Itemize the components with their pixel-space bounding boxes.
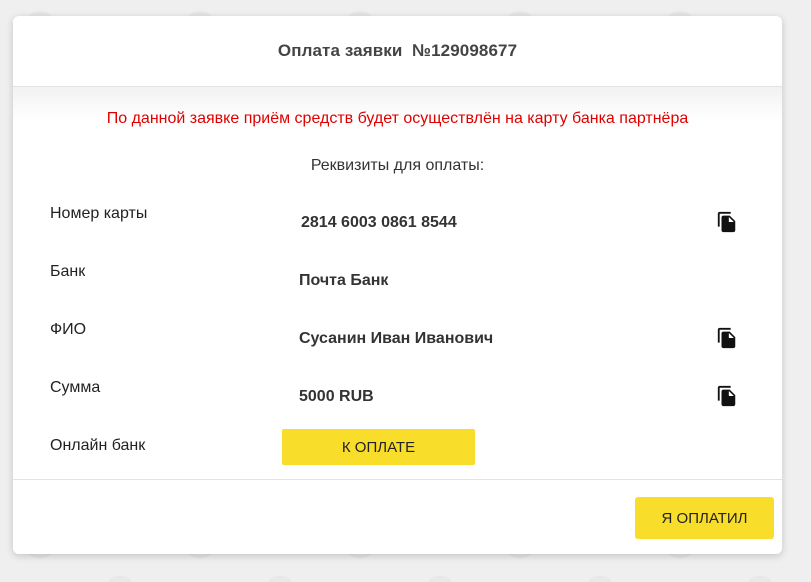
card-number-label: Номер карты: [50, 205, 148, 222]
go-to-payment-button[interactable]: К ОПЛАТЕ: [282, 429, 475, 465]
online-bank-label: Онлайн банк: [50, 437, 146, 454]
copy-icon[interactable]: [716, 211, 738, 233]
amount-value: 5000 RUB: [299, 388, 374, 405]
amount-label: Сумма: [50, 379, 101, 396]
modal-header: Оплата заявки №129098677: [13, 16, 782, 87]
copy-icon[interactable]: [716, 327, 738, 349]
modal-footer: Я ОПЛАТИЛ: [13, 479, 782, 554]
card-number-value: 2814 6003 0861 8544: [301, 214, 457, 231]
copy-icon[interactable]: [716, 385, 738, 407]
full-name-label: ФИО: [50, 321, 87, 338]
bank-value: Почта Банк: [299, 272, 389, 289]
modal-body: По данной заявке приём средств будет осу…: [13, 87, 782, 480]
i-paid-button[interactable]: Я ОПЛАТИЛ: [635, 497, 774, 539]
bank-label: Банк: [50, 263, 86, 280]
modal-title: Оплата заявки №129098677: [277, 41, 518, 60]
payment-modal: Оплата заявки №129098677 По данной заявк…: [13, 16, 782, 554]
full-name-value: Сусанин Иван Иванович: [299, 330, 494, 347]
payment-details-heading: Реквизиты для оплаты:: [310, 157, 485, 174]
partner-bank-warning: По данной заявке приём средств будет осу…: [106, 110, 689, 127]
